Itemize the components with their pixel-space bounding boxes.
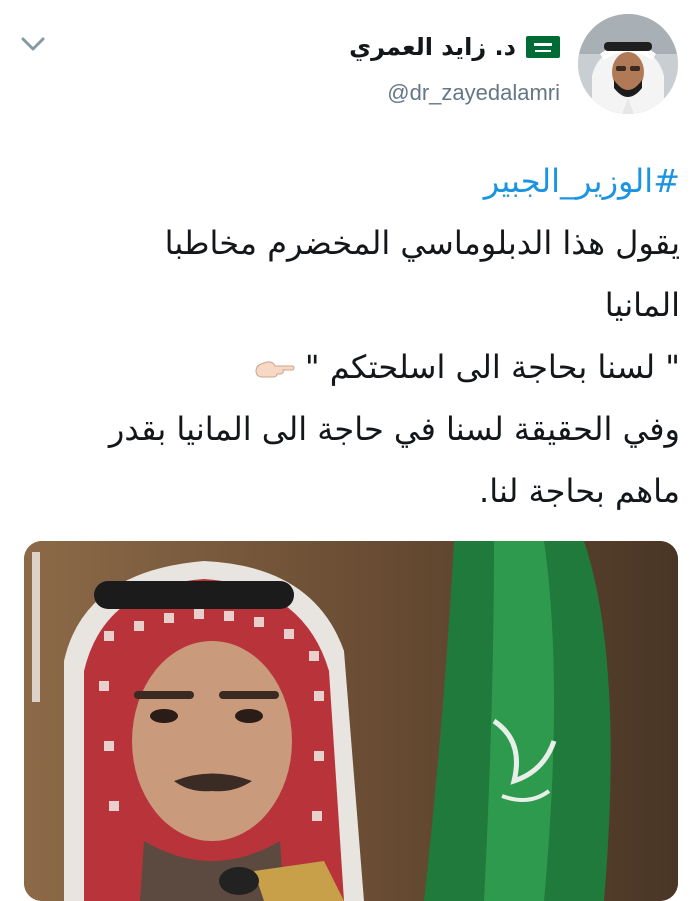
avatar[interactable] (578, 14, 678, 114)
chevron-down-icon[interactable] (20, 34, 46, 54)
tweet-text: #الوزير_الجبير يقول هذا الدبلوماسي المخض… (25, 150, 680, 522)
quote-line: " لسنا بحاجة الى اسلحتكم " (25, 336, 680, 398)
tweet-line: يقول هذا الدبلوماسي المخضرم مخاطبا (164, 224, 680, 262)
tweet-header: د. زايد العمري @dr_zayedalamri (0, 0, 700, 140)
hashtag-line: #الوزير_الجبير (25, 150, 680, 212)
tweet-line: المانيا (604, 286, 680, 324)
tweet-line: وفي الحقيقة لسنا في حاجة الى المانيا بقد… (108, 410, 680, 448)
author-name-row[interactable]: د. زايد العمري (349, 30, 560, 64)
tweet-media-photo[interactable] (24, 541, 678, 901)
author-display-name[interactable]: د. زايد العمري (349, 33, 516, 61)
author-handle[interactable]: @dr_zayedalamri (387, 80, 560, 106)
photo-watermark (32, 552, 40, 702)
saudi-flag-icon (526, 36, 560, 58)
quote-text: " لسنا بحاجة الى اسلحتكم " (304, 348, 680, 386)
pointing-hand-icon (255, 361, 295, 378)
tweet-line: ماهم بحاجة لنا. (479, 472, 680, 510)
hashtag-link[interactable]: #الوزير_الجبير (484, 162, 680, 200)
